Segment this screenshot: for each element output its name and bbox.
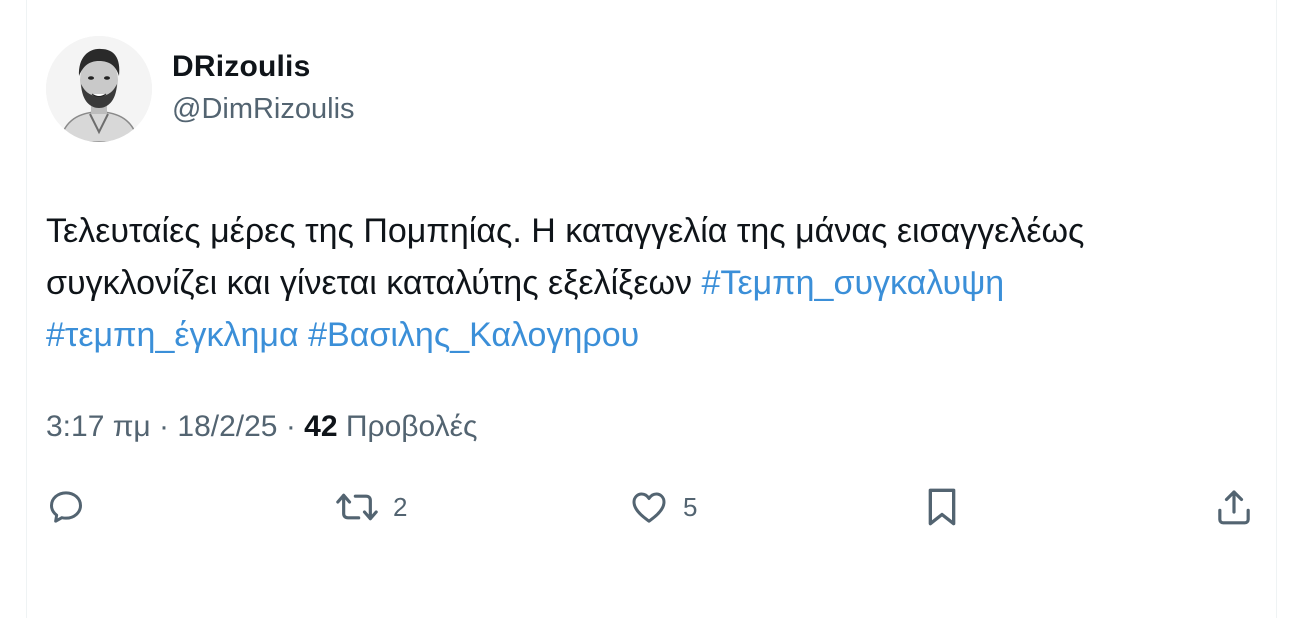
author-handle[interactable]: @DimRizoulis <box>172 93 355 126</box>
like-count: 5 <box>683 491 698 522</box>
tweet-text: Τελευταίες μέρες της Πομπηίας. Η καταγγε… <box>46 205 1261 361</box>
bookmark-icon <box>928 488 956 526</box>
reply-icon <box>50 491 82 523</box>
meta-separator: · <box>150 410 178 443</box>
tweet-date[interactable]: 18/2/25 <box>177 410 277 443</box>
tweet-time[interactable]: 3:17 πμ <box>46 410 151 443</box>
avatar-photo-icon <box>46 36 152 142</box>
views-count: 42 <box>304 410 338 443</box>
tweet-actions-bar: 2 5 <box>27 482 1276 532</box>
hashtag-link[interactable]: #τεμπη_έγκλημα <box>46 316 299 354</box>
tweet-meta: 3:17 πμ · 18/2/25 · 42 Προβολές <box>46 410 477 444</box>
views-label: Προβολές <box>337 410 478 443</box>
author-display-name[interactable]: DRizoulis <box>172 50 310 84</box>
heart-icon <box>632 492 666 523</box>
avatar[interactable] <box>46 36 152 142</box>
hashtag-link[interactable]: #Βασιλης_Καλογηρου <box>308 316 639 354</box>
bookmark-button[interactable] <box>922 482 962 532</box>
retweet-icon <box>336 493 378 521</box>
meta-separator: · <box>277 410 305 443</box>
like-button[interactable]: 5 <box>629 482 697 532</box>
hashtag-link[interactable]: #Τεμπη_συγκαλυψη <box>702 264 1005 302</box>
tweet-card: DRizoulis @DimRizoulis Τελευταίες μέρες … <box>26 0 1277 618</box>
share-button[interactable] <box>1214 482 1254 532</box>
retweet-button[interactable]: 2 <box>335 482 407 532</box>
reply-button[interactable] <box>46 482 86 532</box>
retweet-count: 2 <box>393 491 408 522</box>
share-icon <box>1218 490 1250 525</box>
